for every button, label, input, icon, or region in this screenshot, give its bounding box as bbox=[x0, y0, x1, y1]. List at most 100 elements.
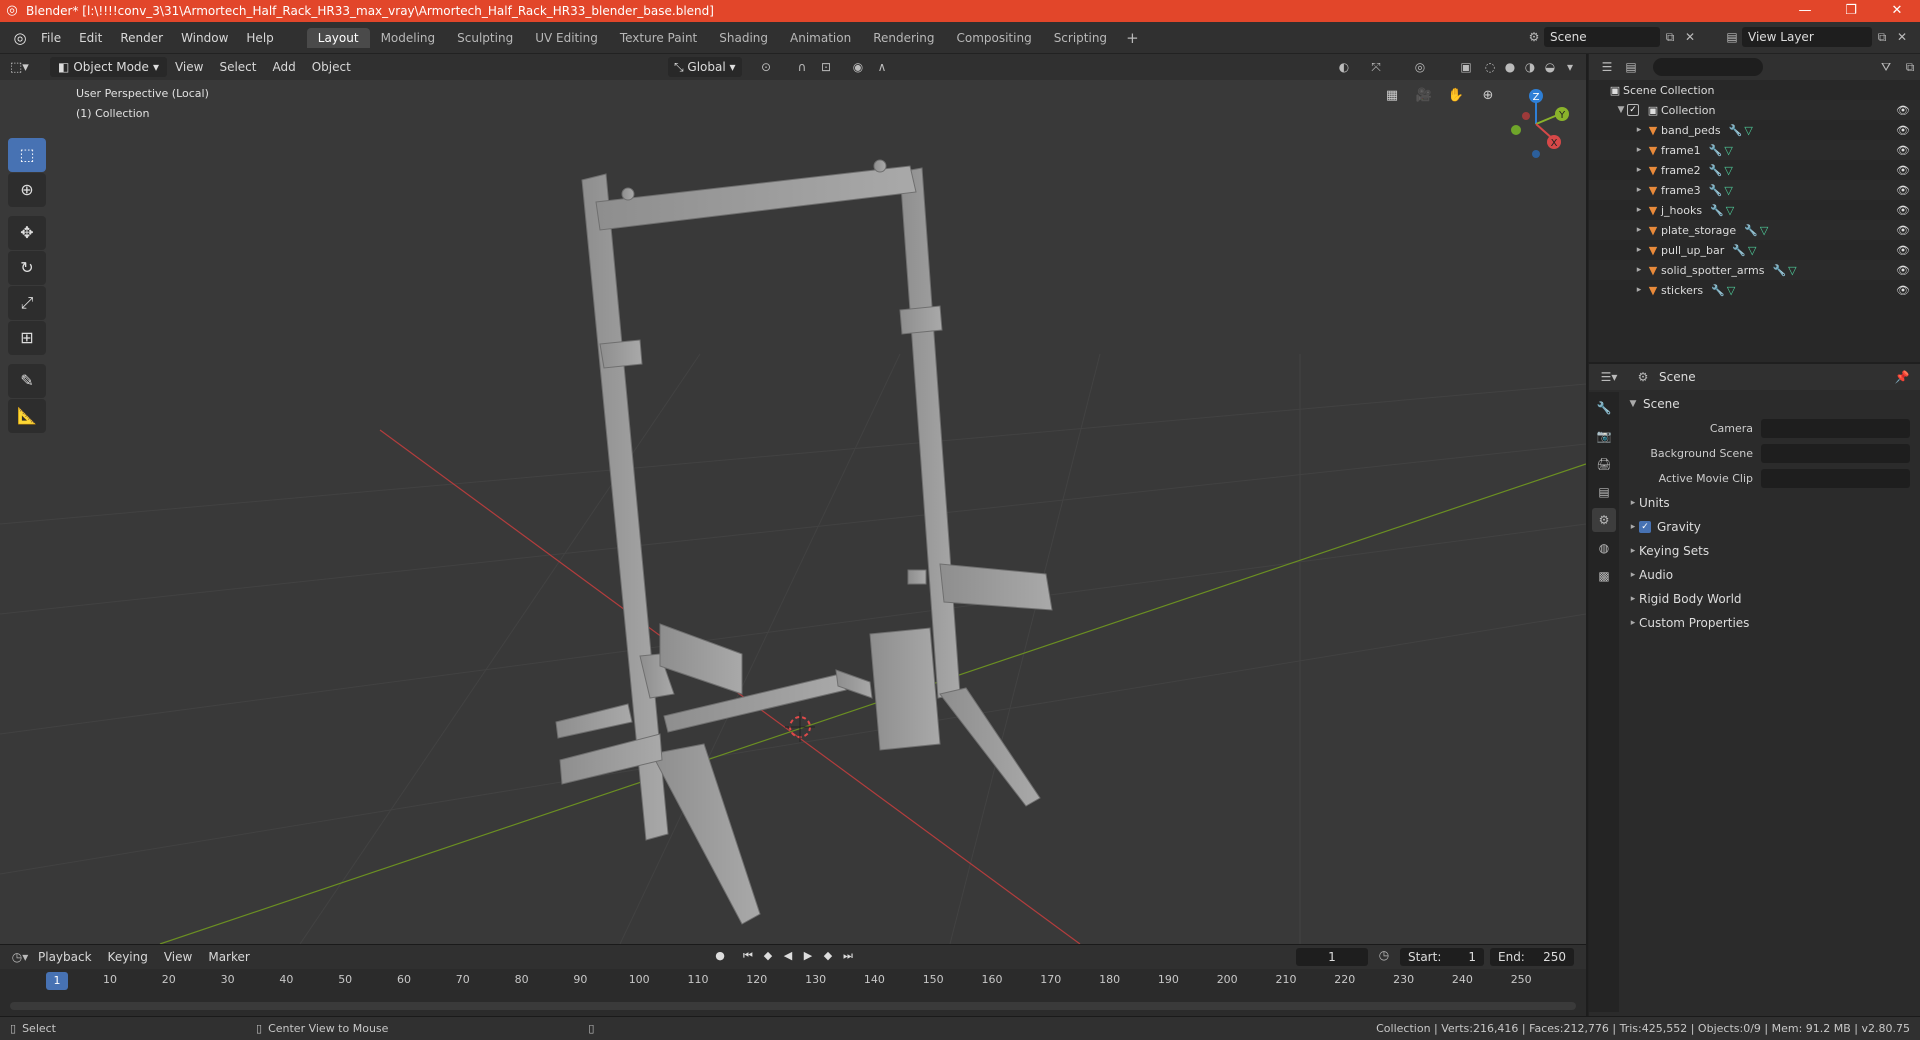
modifier-wrench-icon[interactable]: 🔧 bbox=[1729, 124, 1743, 137]
tab-uv-editing[interactable]: UV Editing bbox=[524, 28, 609, 48]
add-workspace-button[interactable]: + bbox=[1118, 29, 1147, 47]
menu-edit[interactable]: Edit bbox=[70, 31, 111, 45]
expand-triangle-icon[interactable]: ▸ bbox=[1633, 205, 1645, 215]
xray-toggle-icon[interactable]: ▣ bbox=[1456, 57, 1476, 77]
close-button[interactable]: ✕ bbox=[1874, 0, 1920, 22]
expand-triangle-icon[interactable]: ▸ bbox=[1633, 285, 1645, 295]
minimize-button[interactable]: — bbox=[1782, 0, 1828, 22]
snap-target-icon[interactable]: ⊡ bbox=[816, 57, 836, 77]
jump-next-keyframe-icon[interactable]: ◆ bbox=[820, 947, 836, 965]
modifier-wrench-icon[interactable]: 🔧 bbox=[1709, 184, 1723, 197]
neg-x-axis-handle[interactable] bbox=[1522, 112, 1530, 120]
tool-tab-icon[interactable]: 🔧 bbox=[1592, 396, 1616, 420]
expand-triangle-icon[interactable]: ▸ bbox=[1633, 245, 1645, 255]
eye-visibility-icon[interactable]: 👁 bbox=[1896, 164, 1910, 177]
timeline-editor-type-icon[interactable]: ◷▾ bbox=[10, 950, 30, 964]
outliner-object-row[interactable]: ▸ ▼ pull_up_bar 🔧 ▽ 👁 bbox=[1589, 240, 1920, 260]
move-tool-icon[interactable]: ✥ bbox=[8, 216, 46, 250]
proportional-edit-icon[interactable]: ◉ bbox=[848, 57, 868, 77]
shading-options-icon[interactable]: ▾ bbox=[1560, 57, 1580, 77]
tab-texture-paint[interactable]: Texture Paint bbox=[609, 28, 708, 48]
rigid-body-world-panel-header[interactable]: ▸ Rigid Body World bbox=[1621, 587, 1920, 611]
scene-name-field[interactable]: Scene bbox=[1544, 27, 1660, 47]
show-gizmo-icon[interactable]: ⤧ bbox=[1366, 57, 1386, 77]
record-icon[interactable]: ● bbox=[712, 947, 728, 965]
outliner-object-row[interactable]: ▸ ▼ plate_storage 🔧 ▽ 👁 bbox=[1589, 220, 1920, 240]
eye-visibility-icon[interactable]: 👁 bbox=[1896, 124, 1910, 137]
editor-type-icon[interactable]: ⬚▾ bbox=[10, 60, 40, 75]
eye-visibility-icon[interactable]: 👁 bbox=[1896, 184, 1910, 197]
expand-triangle-icon[interactable]: ▸ bbox=[1633, 125, 1645, 135]
eye-visibility-icon[interactable]: 👁 bbox=[1896, 144, 1910, 157]
wireframe-shading-icon[interactable]: ◌ bbox=[1480, 57, 1500, 77]
tab-scripting[interactable]: Scripting bbox=[1043, 28, 1118, 48]
custom-properties-panel-header[interactable]: ▸ Custom Properties bbox=[1621, 611, 1920, 635]
solid-shading-icon[interactable]: ● bbox=[1500, 57, 1520, 77]
timeline-menu-marker[interactable]: Marker bbox=[200, 950, 257, 964]
pivot-point-icon[interactable]: ⊙ bbox=[756, 57, 776, 77]
scale-tool-icon[interactable]: ⤢ bbox=[8, 286, 46, 320]
play-reverse-icon[interactable]: ◀ bbox=[780, 947, 796, 965]
filter-icon[interactable]: ⛛ bbox=[1876, 60, 1896, 75]
eye-visibility-icon[interactable]: 👁 bbox=[1896, 104, 1910, 117]
outliner-object-row[interactable]: ▸ ▼ frame2 🔧 ▽ 👁 bbox=[1589, 160, 1920, 180]
viewport-menu-add[interactable]: Add bbox=[264, 60, 303, 74]
tab-layout[interactable]: Layout bbox=[306, 27, 370, 48]
preview-range-clock-icon[interactable]: ◷ bbox=[1374, 948, 1394, 962]
expand-triangle-icon[interactable]: ▸ bbox=[1633, 225, 1645, 235]
timeline-menu-keying[interactable]: Keying bbox=[100, 950, 156, 964]
rotate-tool-icon[interactable]: ↻ bbox=[8, 251, 46, 285]
outliner-object-row[interactable]: ▸ ▼ solid_spotter_arms 🔧 ▽ 👁 bbox=[1589, 260, 1920, 280]
play-icon[interactable]: ▶ bbox=[800, 947, 816, 965]
outliner-object-row[interactable]: ▸ ▼ band_peds 🔧 ▽ 👁 bbox=[1589, 120, 1920, 140]
jump-prev-keyframe-icon[interactable]: ◆ bbox=[760, 947, 776, 965]
collection-row[interactable]: ▼ ✓ ▣ Collection 👁 bbox=[1589, 100, 1920, 120]
frame-ruler[interactable]: 1 10 20 30 40 50 60 70 80 90 100 110 120 130 140 150 16… bbox=[0, 969, 1586, 993]
view-layer-tab-icon[interactable]: ▤ bbox=[1592, 480, 1616, 504]
scene-collection-row[interactable]: ▣ Scene Collection bbox=[1589, 80, 1920, 100]
eye-visibility-icon[interactable]: 👁 bbox=[1896, 244, 1910, 257]
expand-triangle-icon[interactable]: ▸ bbox=[1633, 185, 1645, 195]
outliner-object-row[interactable]: ▸ ▼ frame1 🔧 ▽ 👁 bbox=[1589, 140, 1920, 160]
menu-window[interactable]: Window bbox=[172, 31, 237, 45]
modifier-wrench-icon[interactable]: 🔧 bbox=[1711, 284, 1725, 297]
modifier-wrench-icon[interactable]: 🔧 bbox=[1710, 204, 1724, 217]
new-scene-icon[interactable]: ⧉ bbox=[1660, 30, 1680, 45]
outliner-editor-type-icon[interactable]: ☰ bbox=[1597, 60, 1617, 74]
display-mode-icon[interactable]: ▤ bbox=[1621, 60, 1641, 74]
viewport-menu-select[interactable]: Select bbox=[211, 60, 264, 74]
select-box-tool-icon[interactable]: ⬚ bbox=[8, 138, 46, 172]
scene-panel-header[interactable]: ▼ Scene bbox=[1621, 392, 1920, 416]
eye-visibility-icon[interactable]: 👁 bbox=[1896, 224, 1910, 237]
mesh-data-icon[interactable]: ▽ bbox=[1760, 224, 1768, 237]
camera-field[interactable] bbox=[1761, 419, 1910, 438]
tab-sculpting[interactable]: Sculpting bbox=[446, 28, 524, 48]
menu-file[interactable]: File bbox=[32, 31, 70, 45]
gravity-checkbox[interactable]: ✓ bbox=[1639, 521, 1651, 533]
material-shading-icon[interactable]: ◑ bbox=[1520, 57, 1540, 77]
visibility-selectability-icon[interactable]: ◐ bbox=[1334, 57, 1354, 77]
navigation-gizmo[interactable]: Z Y X bbox=[1496, 84, 1576, 164]
object-mode-dropdown[interactable]: ◧ Object Mode ▾ bbox=[50, 57, 167, 77]
tab-compositing[interactable]: Compositing bbox=[945, 28, 1042, 48]
eye-visibility-icon[interactable]: 👁 bbox=[1896, 204, 1910, 217]
expand-triangle-icon[interactable]: ▸ bbox=[1633, 265, 1645, 275]
background-scene-field[interactable] bbox=[1761, 444, 1910, 463]
viewport-menu-object[interactable]: Object bbox=[304, 60, 359, 74]
camera-view-icon[interactable]: 🎥 bbox=[1412, 84, 1436, 108]
mesh-data-icon[interactable]: ▽ bbox=[1726, 204, 1734, 217]
mesh-data-icon[interactable]: ▽ bbox=[1724, 184, 1732, 197]
modifier-wrench-icon[interactable]: 🔧 bbox=[1744, 224, 1758, 237]
annotate-tool-icon[interactable]: ✎ bbox=[8, 364, 46, 398]
tab-shading[interactable]: Shading bbox=[708, 28, 779, 48]
mesh-data-icon[interactable]: ▽ bbox=[1788, 264, 1796, 277]
show-overlays-icon[interactable]: ◎ bbox=[1410, 57, 1430, 77]
keying-sets-panel-header[interactable]: ▸ Keying Sets bbox=[1621, 539, 1920, 563]
scene-tab-icon[interactable]: ⚙ bbox=[1592, 508, 1616, 532]
texture-tab-icon[interactable]: ▩ bbox=[1592, 564, 1616, 588]
modifier-wrench-icon[interactable]: 🔧 bbox=[1709, 144, 1723, 157]
timeline-menu-view[interactable]: View bbox=[156, 950, 200, 964]
current-frame-indicator[interactable]: 1 bbox=[46, 972, 68, 990]
view-layer-icon[interactable]: ▤ bbox=[1722, 30, 1742, 44]
3d-viewport[interactable]: ⬚▾ ◧ Object Mode ▾ View Select Add Objec… bbox=[0, 54, 1586, 944]
